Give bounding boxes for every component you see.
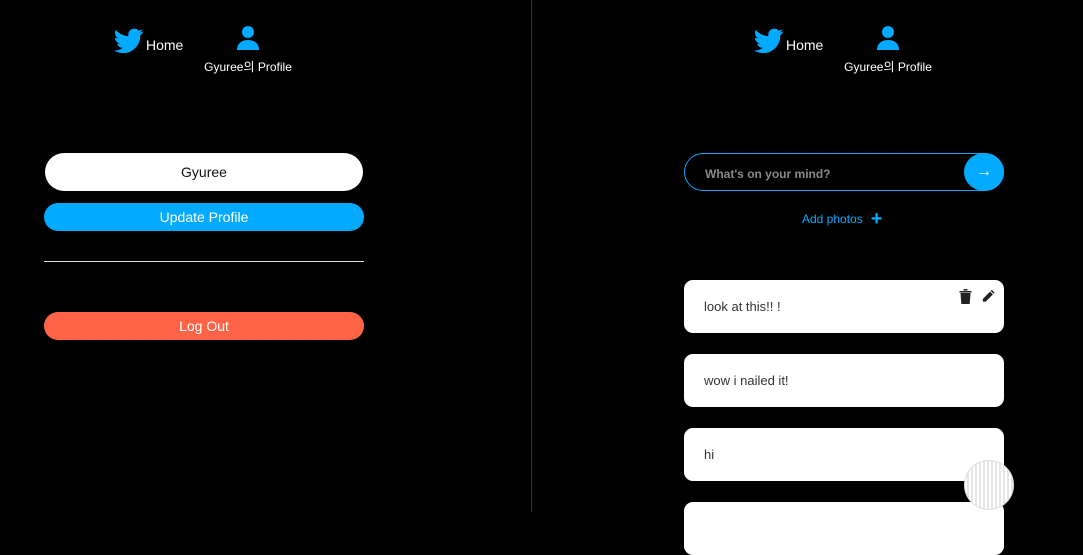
home-pane: Home Gyuree의 Profile → Add photos + look… — [532, 0, 1083, 555]
tweet-text: look at this!! ! — [704, 299, 781, 314]
tweet-text: hi — [704, 447, 715, 462]
display-name-input[interactable] — [45, 153, 363, 191]
tweet-text: wow i nailed it! — [704, 373, 789, 388]
user-icon — [237, 26, 259, 50]
profile-pane: Home Gyuree의 Profile Update Profile Log … — [0, 0, 531, 512]
twitter-bird-icon — [114, 28, 144, 54]
nav-profile-label: Gyuree의 Profile — [844, 60, 932, 74]
user-icon — [877, 26, 899, 50]
add-photos-button[interactable]: Add photos + — [802, 208, 883, 230]
tweet-actions — [958, 288, 996, 304]
tweet-composer: → — [684, 153, 1004, 191]
tweet-input[interactable] — [703, 163, 957, 185]
pencil-icon — [982, 289, 995, 302]
tweet-card: hi — [684, 428, 1004, 481]
update-profile-button[interactable]: Update Profile — [44, 203, 364, 231]
nav-home-label: Home — [786, 37, 824, 53]
twitter-bird-icon — [754, 28, 784, 54]
tweet-card: look at this!! ! — [684, 280, 1004, 333]
trash-icon — [959, 289, 972, 304]
tweet-card: wow i nailed it! — [684, 354, 1004, 407]
edit-tweet-button[interactable] — [981, 288, 996, 304]
tweet-card — [684, 502, 1004, 555]
add-photos-label: Add photos — [802, 212, 863, 226]
delete-tweet-button[interactable] — [958, 288, 973, 304]
divider-line — [44, 261, 364, 262]
plus-icon: + — [870, 208, 883, 230]
nav-home-link[interactable]: Home — [754, 28, 823, 54]
nav-profile-link[interactable]: Gyuree의 Profile — [198, 26, 298, 75]
logout-button[interactable]: Log Out — [44, 312, 364, 340]
nav-home-label: Home — [146, 37, 184, 53]
nav-home-link[interactable]: Home — [114, 28, 183, 54]
nav-profile-link[interactable]: Gyuree의 Profile — [838, 26, 938, 75]
submit-tweet-button[interactable]: → — [964, 153, 1004, 191]
nav-profile-label: Gyuree의 Profile — [204, 60, 292, 74]
tweet-photo-thumbnail — [964, 460, 1014, 510]
